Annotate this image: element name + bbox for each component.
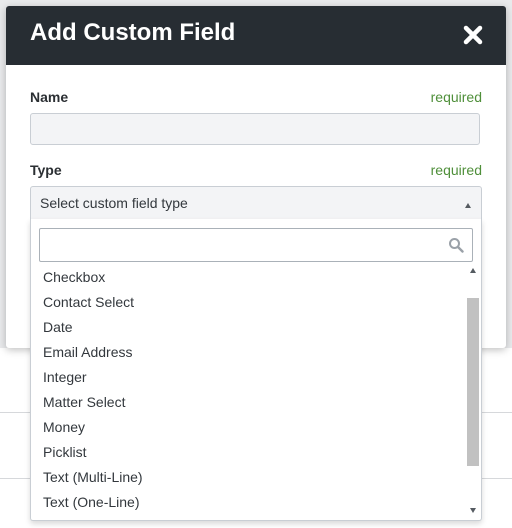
type-required-hint: required (430, 162, 482, 178)
name-input[interactable] (30, 113, 480, 145)
option-text-one-line[interactable]: Text (One-Line) (31, 490, 465, 515)
close-button[interactable] (460, 22, 486, 48)
type-options-list: Checkbox Contact Select Date Email Addre… (31, 265, 465, 519)
type-dropdown: Checkbox Contact Select Date Email Addre… (30, 219, 482, 521)
option-picklist[interactable]: Picklist (31, 440, 465, 465)
name-label: Name (30, 89, 69, 105)
option-date[interactable]: Date (31, 315, 465, 340)
search-icon (449, 238, 464, 253)
dialog-title: Add Custom Field (30, 19, 236, 46)
close-icon (463, 25, 483, 45)
type-select-placeholder: Select custom field type (40, 195, 188, 211)
options-scrollbar[interactable] (467, 265, 479, 517)
type-label: Type (30, 162, 62, 178)
scroll-up-arrow-icon[interactable] (470, 268, 476, 273)
option-email-address[interactable]: Email Address (31, 340, 465, 365)
option-contact-select[interactable]: Contact Select (31, 290, 465, 315)
dialog-header: Add Custom Field (6, 6, 506, 65)
type-select[interactable]: Select custom field type (30, 186, 482, 220)
scrollbar-thumb[interactable] (467, 298, 479, 466)
option-integer[interactable]: Integer (31, 365, 465, 390)
type-search-input[interactable] (39, 228, 473, 262)
option-matter-select[interactable]: Matter Select (31, 390, 465, 415)
scroll-down-arrow-icon[interactable] (470, 508, 476, 513)
name-required-hint: required (430, 89, 482, 105)
option-checkbox[interactable]: Checkbox (31, 265, 465, 290)
caret-up-icon (465, 203, 471, 208)
option-text-multi-line[interactable]: Text (Multi-Line) (31, 465, 465, 490)
option-money[interactable]: Money (31, 415, 465, 440)
